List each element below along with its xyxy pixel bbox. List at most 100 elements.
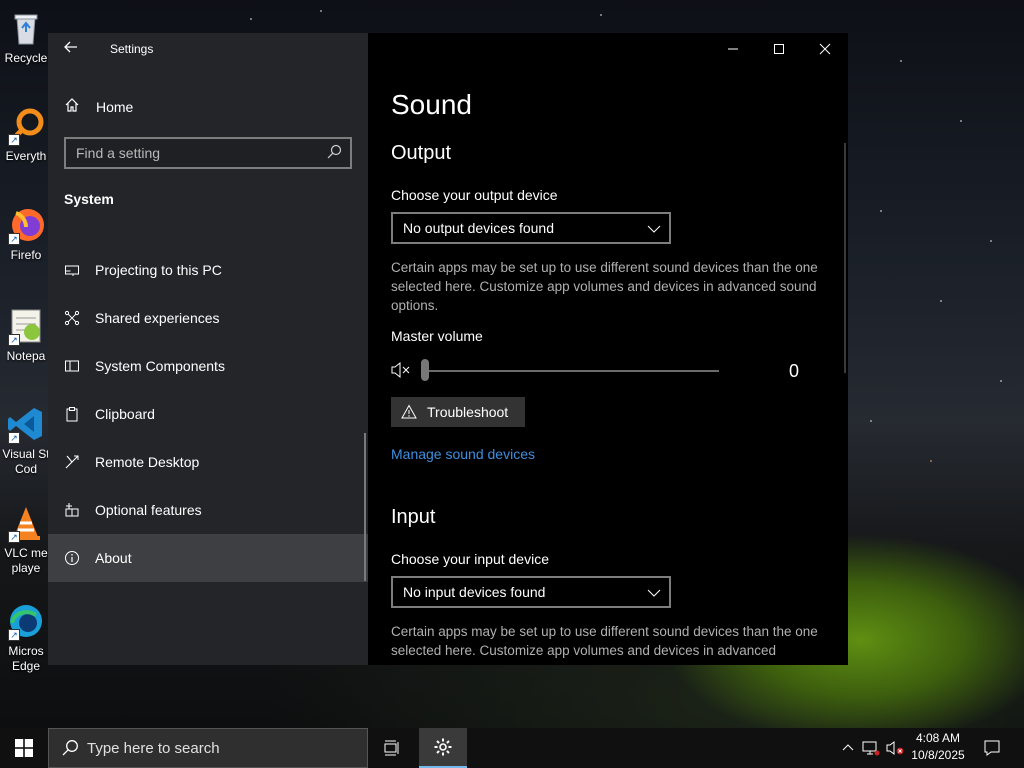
desktop-icon-notepad[interactable]: ↗ Notepa — [0, 306, 52, 364]
desktop-icon-label: Visual St — [2, 447, 50, 461]
everything-search-icon: ↗ — [6, 106, 46, 146]
network-tray-button[interactable] — [860, 728, 882, 768]
input-device-label: Choose your input device — [391, 551, 549, 567]
search-icon — [326, 144, 344, 162]
desktop-icon-label: Notepa — [6, 349, 46, 363]
master-volume-label: Master volume — [391, 328, 483, 344]
sound-page: Sound Output Choose your output device N… — [368, 33, 848, 665]
taskbar-search[interactable] — [48, 728, 368, 768]
notepad-plus-plus-icon: ↗ — [6, 306, 46, 346]
sidebar-item-label: System Components — [95, 358, 225, 374]
sidebar-item-remote-desktop[interactable]: Remote Desktop — [48, 438, 368, 486]
desktop-icon-label: Everyth — [5, 149, 47, 163]
desktop-icon-label: Recycle — [4, 51, 48, 65]
window-caption-buttons — [710, 33, 848, 65]
search-icon — [62, 740, 78, 756]
sidebar-item-optional-features[interactable]: Optional features — [48, 486, 368, 534]
close-icon — [819, 43, 831, 55]
section-title-system: System — [64, 191, 114, 207]
minimize-button[interactable] — [710, 33, 756, 65]
minimize-icon — [728, 48, 738, 50]
chevron-down-icon — [647, 589, 661, 597]
taskbar: 4:08 AM 10/8/2025 — [0, 728, 1024, 768]
maximize-button[interactable] — [756, 33, 802, 65]
master-volume-track[interactable] — [425, 370, 719, 372]
title-bar: Settings — [48, 33, 368, 65]
maximize-icon — [774, 44, 784, 54]
shortcut-arrow-icon: ↗ — [8, 432, 20, 444]
settings-taskbar-button[interactable] — [419, 728, 467, 768]
chevron-down-icon — [647, 225, 661, 233]
home-icon — [48, 97, 96, 117]
windows-logo-icon — [15, 739, 33, 757]
gear-icon — [434, 738, 452, 756]
back-arrow-icon — [64, 41, 77, 53]
task-view-button[interactable] — [368, 728, 416, 768]
taskbar-search-input[interactable] — [87, 739, 347, 757]
clipboard-icon — [48, 406, 95, 422]
sidebar-item-label: Remote Desktop — [95, 454, 200, 470]
find-setting-input[interactable] — [66, 139, 322, 167]
sidebar-item-label: About — [95, 550, 132, 566]
optional-features-icon — [48, 502, 95, 518]
action-center-button[interactable] — [978, 728, 1006, 768]
chevron-up-icon — [842, 744, 854, 751]
projector-icon — [48, 262, 95, 278]
speaker-muted-icon — [886, 741, 904, 755]
sidebar-item-system-components[interactable]: System Components — [48, 342, 368, 390]
manage-sound-devices-link[interactable]: Manage sound devices — [391, 446, 535, 462]
desktop-icon-firefox[interactable]: ↗ Firefo — [0, 205, 52, 263]
desktop-icon-vlc[interactable]: ↗ VLC me playe — [0, 503, 52, 576]
shortcut-arrow-icon: ↗ — [8, 629, 20, 641]
shortcut-arrow-icon: ↗ — [8, 334, 20, 346]
clock-time: 4:08 AM — [915, 731, 961, 745]
sidebar-scrollbar[interactable] — [364, 433, 366, 581]
speaker-muted-icon[interactable] — [391, 361, 411, 384]
input-device-dropdown[interactable]: No input devices found — [391, 576, 671, 608]
back-button[interactable] — [60, 39, 82, 59]
nav-home-label: Home — [96, 99, 134, 115]
recycle-bin-icon — [6, 8, 46, 48]
output-device-dropdown[interactable]: No output devices found — [391, 212, 671, 244]
desktop-icon-label-line2: Edge — [11, 659, 41, 673]
system-components-icon — [48, 358, 95, 374]
content-scrollbar[interactable] — [844, 143, 846, 373]
sidebar-item-label: Shared experiences — [95, 310, 220, 326]
edge-icon: ↗ — [6, 601, 46, 641]
start-button[interactable] — [0, 728, 48, 768]
desktop-icon-recycle-bin[interactable]: Recycle — [0, 8, 52, 66]
master-volume-thumb[interactable] — [421, 359, 429, 381]
remote-desktop-icon — [48, 454, 95, 470]
troubleshoot-label: Troubleshoot — [427, 404, 509, 420]
desktop-icon-everything[interactable]: ↗ Everyth — [0, 106, 52, 164]
settings-sidebar: Settings Home System Projecting to this … — [48, 33, 368, 665]
task-view-icon — [384, 740, 399, 756]
window-title: Settings — [110, 42, 154, 56]
volume-tray-button[interactable] — [884, 728, 906, 768]
notification-icon — [984, 740, 1000, 756]
shared-experiences-icon — [48, 310, 95, 326]
vscode-icon: ↗ — [6, 404, 46, 444]
desktop-icon-vscode[interactable]: ↗ Visual St Cod — [0, 404, 52, 477]
sidebar-item-label: Clipboard — [95, 406, 155, 422]
desktop-icon-edge[interactable]: ↗ Micros Edge — [0, 601, 52, 674]
close-button[interactable] — [802, 33, 848, 65]
sidebar-item-label: Projecting to this PC — [95, 262, 222, 278]
sidebar-item-about[interactable]: About — [48, 534, 368, 582]
find-setting-search[interactable] — [64, 137, 352, 169]
troubleshoot-button[interactable]: Troubleshoot — [391, 397, 525, 427]
desktop-icon-label-line2: playe — [11, 561, 41, 575]
show-hidden-icons-button[interactable] — [838, 728, 858, 768]
system-nav-list: Projecting to this PC Shared experiences… — [48, 246, 368, 582]
nav-home[interactable]: Home — [48, 91, 368, 123]
shortcut-arrow-icon: ↗ — [8, 531, 20, 543]
sidebar-item-shared-experiences[interactable]: Shared experiences — [48, 294, 368, 342]
sidebar-item-clipboard[interactable]: Clipboard — [48, 390, 368, 438]
network-icon — [862, 741, 880, 756]
firefox-icon: ↗ — [6, 205, 46, 245]
sidebar-item-projecting[interactable]: Projecting to this PC — [48, 246, 368, 294]
taskbar-clock[interactable]: 4:08 AM 10/8/2025 — [906, 730, 970, 764]
sidebar-item-label: Optional features — [95, 502, 202, 518]
settings-window: Settings Home System Projecting to this … — [48, 33, 848, 665]
input-device-value: No input devices found — [403, 584, 546, 600]
